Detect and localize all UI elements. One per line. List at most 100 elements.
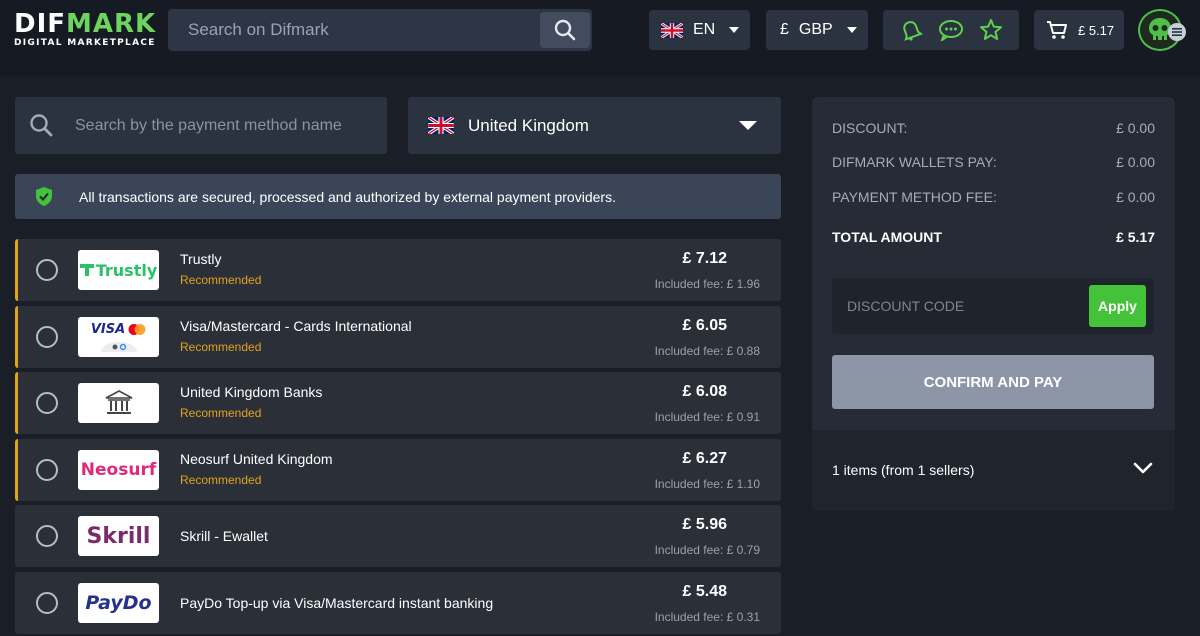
recommended-badge: Recommended (180, 273, 262, 287)
method-fee: Included fee: £ 0.31 (654, 609, 760, 624)
wallets-label: DIFMARK WALLETS PAY: (832, 154, 997, 170)
currency-label: GBP (798, 21, 833, 38)
wallets-value: £ 0.00 (1116, 154, 1155, 170)
discount-code-box: Apply (832, 278, 1154, 334)
bell-icon[interactable] (899, 18, 923, 42)
uk-flag-icon (428, 117, 454, 134)
avatar[interactable] (1138, 9, 1186, 51)
cart-total: £ 5.17 (1078, 22, 1115, 38)
wallet-pay-icons (100, 341, 137, 352)
method-fee: Included fee: £ 1.10 (654, 476, 760, 491)
payment-method-visa-mastercard[interactable]: VISA Visa/Mastercard - Cards Internation… (15, 305, 781, 368)
payment-method-search (15, 97, 387, 154)
mastercard-icon (128, 323, 146, 335)
star-icon[interactable] (979, 18, 1003, 42)
fee-value: £ 0.00 (1116, 189, 1155, 205)
payment-method-neosurf[interactable]: Neosurf Neosurf United Kingdom Recommend… (15, 438, 781, 501)
logo-subtitle: DIGITAL MARKETPLACE (14, 38, 156, 48)
search-icon (30, 114, 53, 137)
language-selector[interactable]: EN (649, 10, 750, 50)
payment-method-search-input[interactable] (75, 97, 375, 154)
payment-method-trustly[interactable]: Trustly Trustly Recommended £ 7.12 Inclu… (15, 239, 781, 301)
radio-button[interactable] (36, 325, 58, 348)
method-name: Neosurf United Kingdom (180, 450, 333, 467)
apply-button[interactable]: Apply (1089, 285, 1146, 327)
radio-button[interactable] (36, 525, 58, 547)
method-fee: Included fee: £ 1.96 (654, 277, 760, 291)
recommended-badge: Recommended (180, 406, 262, 420)
wallets-row: DIFMARK WALLETS PAY: £ 0.00 (832, 154, 1155, 170)
logo-part-b: MARK (66, 9, 157, 39)
order-summary: DISCOUNT: £ 0.00 DIFMARK WALLETS PAY: £ … (812, 97, 1175, 511)
payment-method-uk-banks[interactable]: United Kingdom Banks Recommended £ 6.08 … (15, 372, 781, 434)
fee-row: PAYMENT METHOD FEE: £ 0.00 (832, 189, 1155, 205)
chevron-down-icon (846, 27, 857, 33)
discount-row: DISCOUNT: £ 0.00 (832, 120, 1155, 136)
search-icon (554, 19, 576, 41)
cart-icon (1047, 21, 1067, 39)
method-name: PayDo Top-up via Visa/Mastercard instant… (180, 594, 494, 611)
security-notice-text: All transactions are secured, processed … (79, 188, 616, 205)
radio-button[interactable] (36, 392, 58, 414)
method-name: Skrill - Ewallet (180, 528, 268, 544)
uk-flag-icon (661, 22, 683, 38)
logo-wordmark: DIFMARK (14, 9, 157, 39)
method-price: £ 7.12 (682, 250, 727, 267)
user-actions (883, 10, 1019, 50)
bank-icon (105, 390, 132, 414)
currency-selector[interactable]: £ GBP (766, 10, 868, 50)
difmark-logo[interactable]: DIFMARK DIGITAL MARKETPLACE (14, 9, 157, 48)
language-label: EN (693, 21, 716, 38)
chevron-down-icon (729, 27, 740, 33)
method-price: £ 6.05 (682, 316, 727, 334)
chat-icon[interactable] (938, 19, 964, 41)
confirm-and-pay-button[interactable]: CONFIRM AND PAY (832, 355, 1154, 409)
method-price: £ 6.08 (682, 383, 727, 400)
payment-method-skrill[interactable]: Skrill Skrill - Ewallet £ 5.96 Included … (15, 505, 781, 567)
country-selector[interactable]: United Kingdom (408, 97, 781, 154)
recommended-badge: Recommended (180, 472, 262, 487)
radio-button[interactable] (36, 259, 58, 281)
neosurf-logo: Neosurf (78, 449, 159, 490)
method-price: £ 5.48 (682, 582, 727, 600)
total-value: £ 5.17 (1116, 229, 1155, 245)
items-count: 1 items (from 1 sellers) (832, 462, 975, 478)
discount-code-input[interactable] (832, 278, 1082, 334)
chevron-down-icon (739, 121, 757, 130)
logo-part-a: DIF (14, 9, 67, 39)
top-bar: DIFMARK DIGITAL MARKETPLACE EN £ GBP £ 5… (0, 0, 1200, 76)
payment-methods-list: Trustly Trustly Recommended £ 7.12 Inclu… (15, 239, 781, 636)
fee-label: PAYMENT METHOD FEE: (832, 189, 997, 205)
cart-button[interactable]: £ 5.17 (1034, 10, 1124, 50)
method-fee: Included fee: £ 0.91 (654, 410, 760, 424)
security-notice: All transactions are secured, processed … (15, 174, 781, 219)
items-toggle[interactable]: 1 items (from 1 sellers) (812, 430, 1175, 511)
site-search (168, 9, 592, 51)
skrill-logo: Skrill (78, 516, 159, 556)
menu-icon[interactable] (1168, 23, 1186, 41)
visa-mastercard-logo: VISA (78, 316, 159, 357)
site-search-button[interactable] (540, 12, 590, 48)
radio-button[interactable] (36, 458, 58, 481)
total-row: TOTAL AMOUNT £ 5.17 (832, 229, 1155, 245)
method-price: £ 6.27 (682, 449, 727, 467)
method-name: Visa/Mastercard - Cards International (180, 317, 412, 334)
shield-check-icon (36, 187, 52, 206)
chevron-down-icon (1133, 462, 1153, 474)
method-fee: Included fee: £ 0.88 (654, 343, 760, 358)
method-fee: Included fee: £ 0.79 (654, 543, 760, 557)
trustly-logo: Trustly (78, 250, 159, 290)
paydo-logo: PayDo (78, 582, 159, 623)
radio-button[interactable] (36, 591, 58, 614)
method-price: £ 5.96 (682, 516, 727, 533)
currency-symbol: £ (780, 21, 789, 38)
discount-value: £ 0.00 (1116, 120, 1155, 136)
bank-logo (78, 383, 159, 423)
method-name: United Kingdom Banks (180, 384, 323, 400)
total-label: TOTAL AMOUNT (832, 229, 942, 245)
site-search-input[interactable] (168, 9, 540, 51)
payment-method-paydo[interactable]: PayDo PayDo Top-up via Visa/Mastercard i… (15, 571, 781, 634)
recommended-badge: Recommended (180, 339, 262, 354)
method-name: Trustly (180, 251, 222, 267)
country-label: United Kingdom (468, 115, 589, 135)
